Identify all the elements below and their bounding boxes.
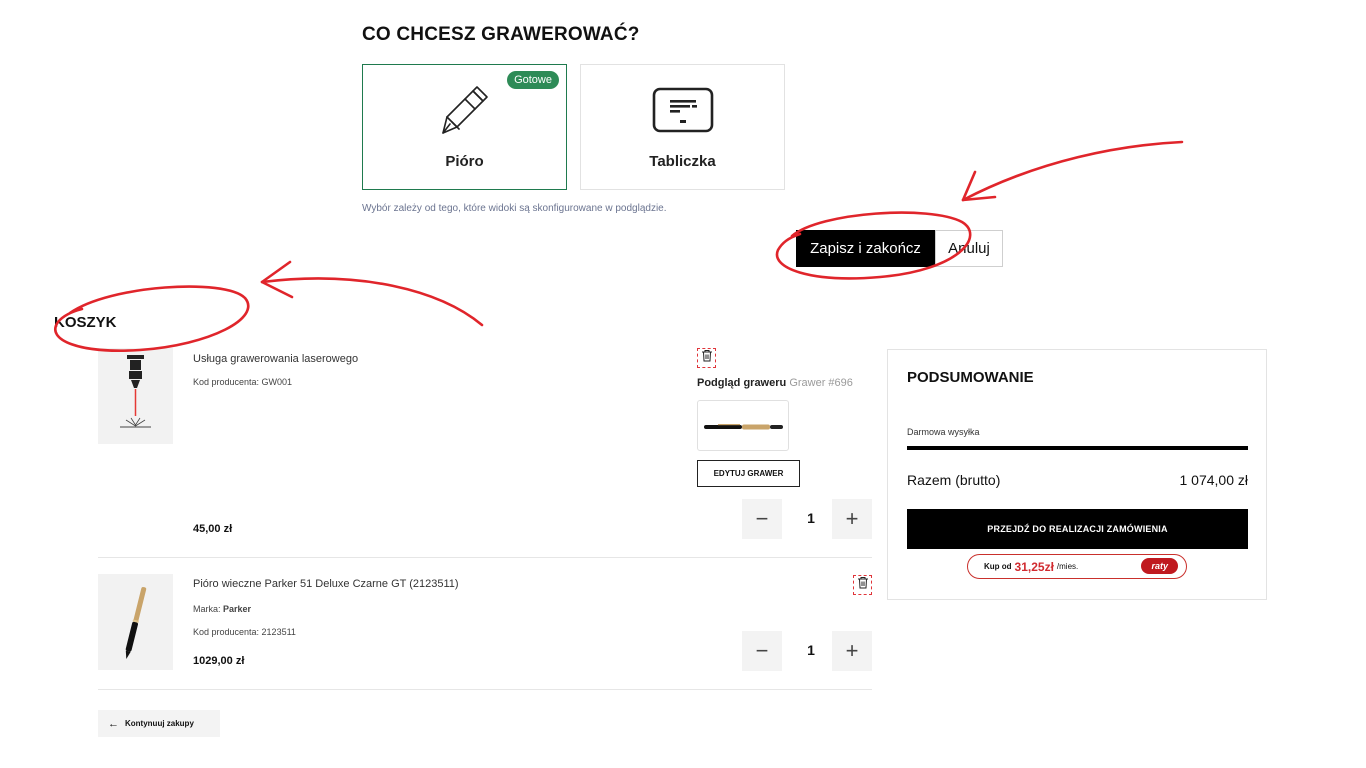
- engrave-section-title: CO CHCESZ GRAWEROWAĆ?: [362, 24, 640, 45]
- option-card-plaque[interactable]: Tabliczka: [580, 64, 785, 190]
- shipping-progress-bar: [907, 446, 1248, 450]
- plus-icon: +: [845, 506, 859, 531]
- decrease-quantity-button[interactable]: −: [742, 499, 782, 539]
- arrow-left-icon: ←: [108, 717, 119, 730]
- option-card-pen[interactable]: Gotowe Pióro: [362, 64, 567, 190]
- minus-icon: −: [755, 638, 769, 663]
- pen-icon: [435, 83, 495, 144]
- engraving-preview-image[interactable]: [697, 400, 789, 451]
- installment-button[interactable]: Kup od 31,25zł /mies. raty: [967, 554, 1187, 579]
- cancel-button[interactable]: Anuluj: [935, 230, 1003, 267]
- item-price: 1029,00 zł: [193, 655, 245, 667]
- laser-engraving-thumbnail: [98, 348, 173, 444]
- item-name: Usługa grawerowania laserowego: [193, 353, 359, 365]
- remove-item-button[interactable]: [853, 575, 872, 595]
- continue-shopping-button[interactable]: ← Kontynuuj zakupy: [98, 710, 220, 737]
- checkout-button[interactable]: PRZEJDŹ DO REALIZACJI ZAMÓWIENIA: [907, 509, 1248, 549]
- shipping-info: Darmowa wysyłka: [907, 427, 980, 437]
- edit-engraving-button[interactable]: EDYTUJ GRAWER: [697, 460, 800, 487]
- save-and-finish-button[interactable]: Zapisz i zakończ: [796, 230, 935, 267]
- option-label-pen: Pióro: [445, 153, 484, 170]
- brand-value: Parker: [223, 604, 252, 614]
- item-code: Kod producenta: 2123511: [193, 627, 296, 637]
- item-code: Kod producenta: GW001: [193, 377, 293, 387]
- annotation-arrow-cart: [260, 277, 484, 327]
- trash-icon: [857, 576, 869, 594]
- total-label: Razem (brutto): [907, 472, 1001, 488]
- cart-title: KOSZYK: [54, 314, 117, 331]
- item-brand: Marka: Parker: [193, 604, 251, 614]
- ready-badge: Gotowe: [507, 71, 559, 89]
- option-label-plaque: Tabliczka: [649, 153, 716, 170]
- trash-icon: [701, 349, 713, 367]
- quantity-value: 1: [807, 642, 815, 658]
- row-divider: [98, 689, 872, 690]
- engrave-hint: Wybór zależy od tego, które widoki są sk…: [362, 203, 667, 214]
- decrease-quantity-button[interactable]: −: [742, 631, 782, 671]
- annotation-arrowhead-save: [961, 170, 997, 202]
- increase-quantity-button[interactable]: +: [832, 499, 872, 539]
- preview-title: Podgląd graweru: [697, 377, 787, 389]
- brand-label: Marka:: [193, 604, 221, 614]
- row-divider: [98, 557, 872, 558]
- item-name: Pióro wieczne Parker 51 Deluxe Czarne GT…: [193, 578, 459, 590]
- annotation-arrow-save: [961, 140, 1184, 202]
- increase-quantity-button[interactable]: +: [832, 631, 872, 671]
- installment-suffix: /mies.: [1056, 562, 1079, 571]
- annotation-arrowhead-cart: [260, 260, 294, 299]
- total-value: 1 074,00 zł: [1179, 472, 1249, 488]
- plus-icon: +: [845, 638, 859, 663]
- engraving-preview-label: Podgląd graweru Grawer #696: [697, 377, 853, 389]
- continue-shopping-label: Kontynuuj zakupy: [125, 719, 194, 728]
- summary-title: PODSUMOWANIE: [907, 369, 1034, 386]
- installment-prefix: Kup od: [984, 562, 1012, 571]
- fountain-pen-thumbnail: [98, 574, 173, 670]
- preview-id: Grawer #696: [789, 377, 853, 389]
- minus-icon: −: [755, 506, 769, 531]
- installment-amount: 31,25zł: [1014, 559, 1054, 574]
- raty-badge: raty: [1141, 558, 1178, 574]
- plaque-icon: [652, 87, 714, 138]
- item-price: 45,00 zł: [193, 523, 233, 535]
- quantity-value: 1: [807, 510, 815, 526]
- remove-item-button[interactable]: [697, 348, 716, 368]
